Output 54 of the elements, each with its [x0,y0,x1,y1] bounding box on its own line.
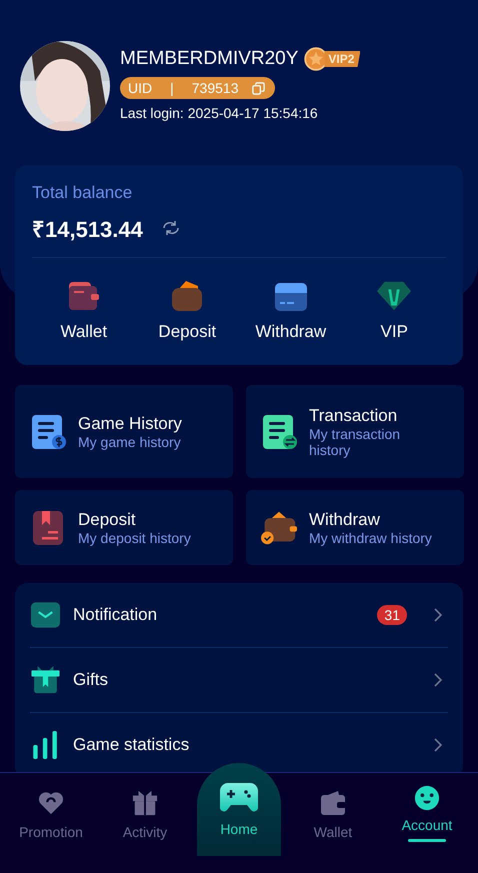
nav-tab[interactable]: Home [197,763,281,856]
receipt-dollar-icon [30,412,66,450]
history-card[interactable]: Transaction My transaction history [246,385,464,478]
last-login: Last login: 2025-04-17 15:54:16 [120,105,319,121]
menu-label: Gifts [73,670,109,690]
refresh-icon[interactable] [160,220,181,236]
wallet-icon [66,280,101,312]
copy-icon[interactable] [252,82,266,94]
history-title: Game History [78,414,182,434]
nav-tab[interactable]: Promotion [9,773,93,840]
uid-separator: | [170,80,174,96]
history-card[interactable]: Withdraw My withdraw history [246,490,464,565]
history-subtitle: My deposit history [78,530,191,546]
nav-tab[interactable]: Activity [103,773,187,840]
gift-icon [30,666,61,694]
history-subtitle: My game history [78,434,182,450]
unread-count-badge: 31 [377,605,407,625]
nav-tab[interactable]: Account [385,773,469,842]
uid-label: UID [128,80,152,96]
action-item[interactable]: Deposit [137,280,238,342]
menu-label: Notification [73,605,158,625]
balance-amount: ₹14,513.44 [32,216,143,243]
chevron-right-icon [434,608,442,622]
history-card[interactable]: Game History My game history [15,385,233,478]
menu-label: Game statistics [73,735,190,755]
action-item[interactable]: Wallet [34,280,134,342]
heart-icon [38,790,64,816]
smiley-face-icon [414,785,440,811]
history-subtitle: My transaction history [309,426,402,458]
wallet-icon [320,790,346,816]
pouch-icon [170,280,204,312]
vip-icon [377,280,412,312]
action-item[interactable]: VIP [344,280,444,342]
action-item[interactable]: Withdraw [240,280,341,342]
gamepad-icon [220,781,258,813]
history-title: Withdraw [309,510,381,530]
envelope-icon [30,601,61,629]
history-title: Transaction [309,406,398,426]
bookmark-book-icon [30,508,66,546]
chevron-right-icon [434,738,442,752]
chevron-right-icon [434,673,442,687]
menu-item[interactable]: Notification 31 [30,583,448,648]
vip-badge: VIP2 [304,47,360,71]
nav-tab[interactable]: Wallet [291,773,375,840]
balance-label: Total balance [32,183,134,203]
uid-value: 739513 [192,80,238,96]
card-icon [274,280,308,312]
username: MEMBERDMIVR20Y [120,48,298,70]
history-card[interactable]: Deposit My deposit history [15,490,233,565]
menu-item[interactable]: Gifts [30,648,448,713]
gift-icon [132,790,158,816]
history-subtitle: My withdraw history [309,530,432,546]
history-title: Deposit [78,510,137,530]
receipt-exchange-icon [261,412,297,450]
